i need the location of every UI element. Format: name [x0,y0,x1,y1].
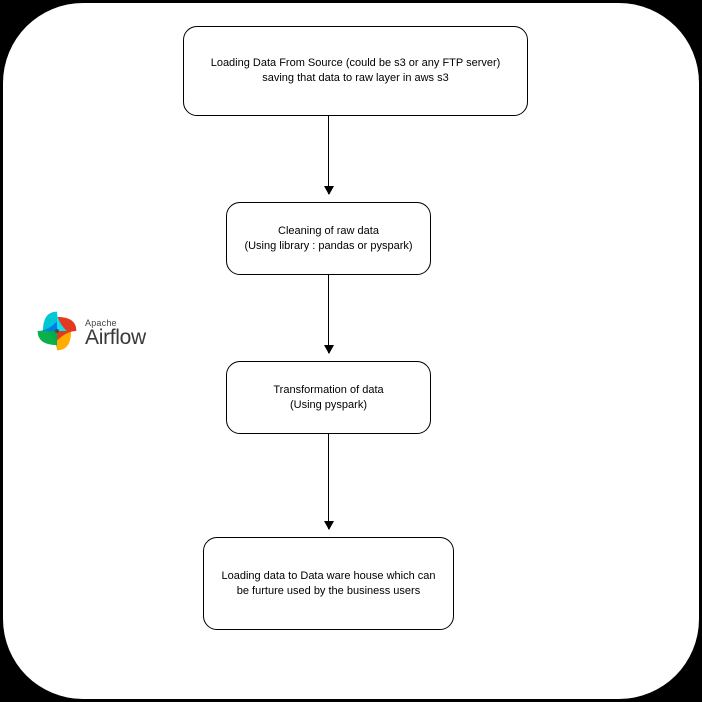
node-clean-text: Cleaning of raw data (Using library : pa… [244,224,412,254]
airflow-pinwheel-icon [35,309,79,358]
node-clean: Cleaning of raw data (Using library : pa… [226,202,431,275]
node-load-dwh: Loading data to Data ware house which ca… [203,537,454,630]
arrow-clean-to-transform [328,275,329,353]
node-transform: Transformation of data (Using pyspark) [226,361,431,434]
arrow-transform-to-dwh [328,434,329,529]
arrow-load-to-clean [328,116,329,194]
diagram-canvas: Apache Airflow Loading Data From Source … [3,3,699,699]
logo-airflow-label: Airflow [85,326,146,350]
node-transform-text: Transformation of data (Using pyspark) [273,383,383,413]
airflow-logo-text: Apache Airflow [85,318,146,350]
node-load-source: Loading Data From Source (could be s3 or… [183,26,528,116]
node-load-source-text: Loading Data From Source (could be s3 or… [198,56,513,86]
node-load-dwh-text: Loading data to Data ware house which ca… [218,569,439,599]
airflow-logo: Apache Airflow [35,309,146,358]
